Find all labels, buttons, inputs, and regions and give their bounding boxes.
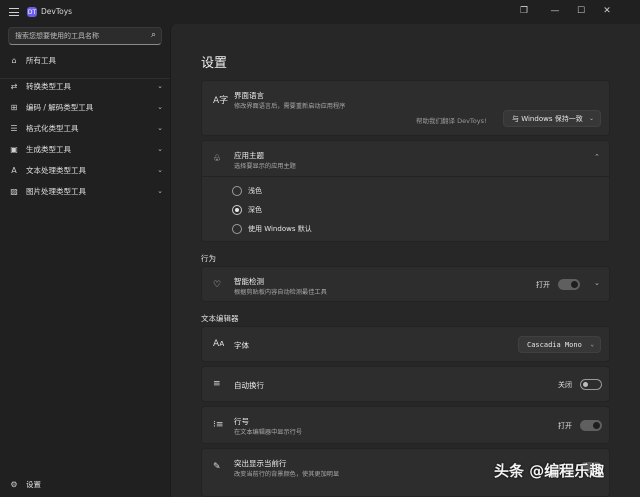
font-dropdown[interactable]: Cascadia Mono ⌄ [518, 336, 601, 353]
settings-page: 设置 A字 界面语言 修改界面语言后，需要重新启动应用程序 帮助我们翻译 Dev… [170, 24, 640, 497]
chevron-down-icon[interactable]: ⌄ [154, 124, 166, 132]
language-dropdown-value: 与 Windows 保持一致 [512, 114, 583, 123]
converter-icon: ⇄ [10, 81, 18, 91]
word-wrap-title: 自动换行 [234, 381, 264, 390]
image-icon: ▨ [10, 186, 18, 196]
section-text-editor: 文本编辑器 [201, 314, 239, 323]
sidebar-item-settings[interactable]: ⚙ 设置 [4, 474, 166, 494]
smart-detection-toggle[interactable] [558, 279, 580, 290]
chevron-down-icon[interactable]: ⌄ [154, 187, 166, 195]
text-icon: A [11, 165, 17, 175]
sidebar-item-all-tools[interactable]: ⌂ 所有工具 [4, 50, 166, 70]
compact-overlay-icon[interactable]: ❐ [517, 4, 531, 18]
page-title: 设置 [201, 56, 228, 71]
line-numbers-icon: ⁝≡ [213, 420, 224, 430]
sidebar-item-encoders-decoders[interactable]: ⊞ 编码 / 解码类型工具 ⌄ [4, 97, 166, 117]
generator-icon: ▣ [10, 144, 18, 154]
chevron-down-icon[interactable]: ⌄ [594, 279, 600, 287]
word-wrap-toggle[interactable] [580, 379, 602, 390]
sidebar-item-label: 生成类型工具 [26, 144, 71, 154]
app-title: DevToys [41, 7, 73, 16]
sidebar: ⌕ ⌂ 所有工具 ⇄ 转换类型工具 ⌄ ⊞ 编码 / 解码类型工具 ⌄ ☰ 格式… [0, 24, 170, 497]
title-bar: DT DevToys ❐ — ☐ ✕ [0, 0, 640, 24]
app-logo: DT [27, 7, 37, 17]
highlight-icon: ✎ [213, 462, 221, 472]
sidebar-item-label: 设置 [26, 479, 41, 489]
encoder-icon: ⊞ [10, 102, 18, 112]
radio-label: 使用 Windows 默认 [248, 225, 312, 233]
chevron-down-icon: ⌄ [588, 115, 594, 122]
close-button[interactable]: ✕ [600, 4, 614, 18]
toggle-label: 打开 [558, 422, 572, 430]
sidebar-item-text[interactable]: A 文本处理类型工具 ⌄ [4, 160, 166, 180]
watermark: 头条 @编程乐趣 [494, 462, 605, 480]
highlight-line-title: 突出显示当前行 [234, 459, 287, 468]
theme-title: 应用主题 [234, 151, 264, 160]
formatter-icon: ☰ [10, 123, 18, 133]
section-behavior: 行为 [201, 254, 216, 263]
chevron-up-icon[interactable]: ⌃ [594, 153, 600, 161]
radio-label: 深色 [248, 206, 262, 214]
smart-detection-title: 智能检测 [234, 277, 264, 286]
toggle-label: 打开 [536, 281, 550, 289]
font-dropdown-value: Cascadia Mono [527, 340, 582, 349]
sidebar-item-label: 格式化类型工具 [26, 123, 79, 133]
line-numbers-toggle[interactable] [580, 420, 602, 431]
chevron-down-icon[interactable]: ⌄ [154, 103, 166, 111]
search-input[interactable] [9, 28, 139, 44]
theme-card: ♧ 应用主题 选择要显示的应用主题 ⌃ 浅色 深色 使用 Windows 默认 [201, 140, 610, 242]
card-divider [202, 176, 609, 177]
smart-detection-description: 根据剪贴板内容自动检测最佳工具 [234, 289, 327, 296]
chevron-down-icon[interactable]: ⌄ [154, 145, 166, 153]
language-card: A字 界面语言 修改界面语言后，需要重新启动应用程序 帮助我们翻译 DevToy… [201, 80, 610, 136]
font-card: Aᴀ 字体 Cascadia Mono ⌄ [201, 326, 610, 362]
sidebar-item-label: 文本处理类型工具 [26, 165, 86, 175]
toggle-label: 关闭 [558, 381, 572, 389]
lightbulb-icon: ♡ [213, 280, 222, 290]
gear-icon: ⚙ [10, 479, 18, 489]
language-description: 修改界面语言后，需要重新启动应用程序 [234, 103, 346, 110]
theme-description: 选择要显示的应用主题 [234, 163, 296, 170]
font-icon: Aᴀ [213, 339, 225, 349]
sidebar-item-label: 图片处理类型工具 [26, 186, 86, 196]
sidebar-item-label: 编码 / 解码类型工具 [26, 102, 94, 112]
translate-link[interactable]: 帮助我们翻译 DevToys! [416, 115, 487, 125]
language-dropdown[interactable]: 与 Windows 保持一致 ⌄ [503, 110, 601, 127]
sidebar-item-label: 所有工具 [26, 55, 56, 65]
sidebar-item-formatters[interactable]: ☰ 格式化类型工具 ⌄ [4, 118, 166, 138]
chevron-down-icon[interactable]: ⌄ [154, 166, 166, 174]
word-wrap-card: ≡ 自动换行 关闭 [201, 366, 610, 402]
search-icon[interactable]: ⌕ [151, 30, 156, 40]
chevron-down-icon: ⌄ [590, 341, 594, 348]
language-title: 界面语言 [234, 91, 264, 100]
chevron-down-icon[interactable]: ⌄ [154, 82, 166, 90]
font-title: 字体 [234, 341, 249, 350]
sidebar-item-converters[interactable]: ⇄ 转换类型工具 ⌄ [4, 76, 166, 96]
line-numbers-card: ⁝≡ 行号 在文本编辑器中显示行号 打开 [201, 406, 610, 444]
sidebar-item-label: 转换类型工具 [26, 81, 71, 91]
radio-label: 浅色 [248, 187, 262, 195]
theme-option-light[interactable]: 浅色 [232, 186, 262, 196]
line-numbers-title: 行号 [234, 417, 249, 426]
maximize-button[interactable]: ☐ [574, 4, 588, 18]
sidebar-item-generators[interactable]: ▣ 生成类型工具 ⌄ [4, 139, 166, 159]
minimize-button[interactable]: — [548, 4, 562, 18]
theme-option-dark[interactable]: 深色 [232, 205, 262, 215]
line-numbers-description: 在文本编辑器中显示行号 [234, 429, 303, 436]
radio-windows-default[interactable] [232, 224, 242, 234]
sidebar-item-graphic[interactable]: ▨ 图片处理类型工具 ⌄ [4, 181, 166, 201]
brush-icon: ♧ [213, 154, 222, 164]
highlight-line-description: 改变当前行的背景颜色，使其更加明显 [234, 471, 340, 478]
home-icon: ⌂ [11, 55, 17, 65]
search-box[interactable]: ⌕ [8, 27, 162, 45]
hamburger-menu-icon[interactable] [9, 8, 19, 16]
language-icon: A字 [213, 96, 229, 106]
theme-option-windows-default[interactable]: 使用 Windows 默认 [232, 224, 312, 234]
radio-dark[interactable] [232, 205, 242, 215]
smart-detection-card: ♡ 智能检测 根据剪贴板内容自动检测最佳工具 打开 ⌄ [201, 266, 610, 302]
radio-light[interactable] [232, 186, 242, 196]
word-wrap-icon: ≡ [213, 379, 221, 389]
